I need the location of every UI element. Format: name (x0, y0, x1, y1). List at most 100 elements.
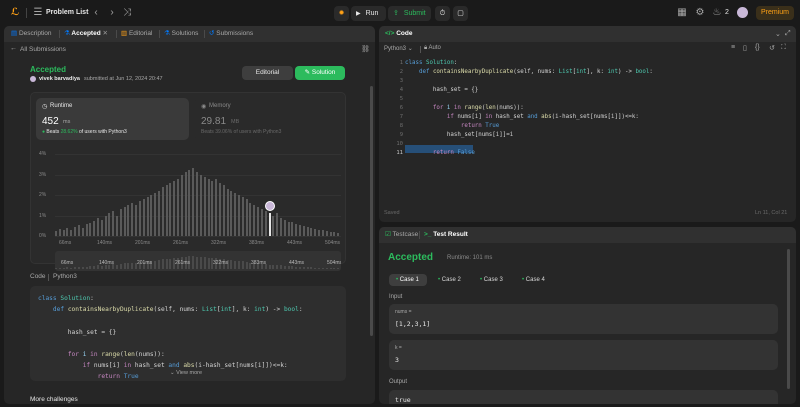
tab-solutions[interactable]: ⚗ Solutions (164, 26, 198, 42)
chart-bar[interactable] (291, 221, 294, 236)
chart-bar[interactable] (318, 229, 321, 236)
language-select[interactable]: Python3 ⌄ (384, 45, 413, 52)
chart-bar[interactable] (218, 182, 221, 236)
prev-problem-icon[interactable]: ‹ (90, 7, 102, 19)
memory-card[interactable]: ◉ Memory 29.81 MB Beats 39.06% of users … (195, 98, 341, 140)
chart-bar[interactable] (127, 205, 130, 236)
chart-bar[interactable] (260, 209, 263, 236)
chart-bar[interactable] (241, 197, 244, 236)
chart-bar[interactable] (100, 219, 103, 236)
username[interactable]: vivek barvadiya (39, 76, 80, 82)
chart-bar[interactable] (268, 213, 271, 236)
chart-bar[interactable] (283, 219, 286, 236)
chart-bar[interactable] (192, 168, 195, 236)
chart-bar[interactable] (161, 186, 164, 236)
chart-bar[interactable] (188, 170, 191, 236)
range-selector[interactable]: 66ms 140ms 201ms 261ms 322ms 383ms 443ms 504ms (55, 251, 341, 271)
tab-editorial[interactable]: ▥ Editorial (121, 26, 152, 42)
chart-bar[interactable] (138, 201, 141, 236)
chart-bar[interactable] (234, 192, 237, 236)
view-more-button[interactable]: ⌄ View more (170, 370, 202, 376)
chart-bar[interactable] (119, 209, 122, 236)
user-avatar[interactable] (30, 76, 36, 82)
layout-icon[interactable]: ▦ (676, 7, 688, 19)
premium-button[interactable]: Premium (756, 6, 794, 20)
chart-bar[interactable] (249, 203, 252, 236)
next-problem-icon[interactable]: › (106, 7, 118, 19)
code-editor[interactable]: class Solution: 1 def containsNearbyDupli… (379, 59, 796, 189)
case-1-tab[interactable]: • Case 1 (389, 274, 427, 286)
debug-button[interactable]: ✹ (334, 6, 349, 21)
chart-bar[interactable] (279, 217, 282, 236)
runtime-distribution-chart[interactable]: 4% 3% 2% 1% 0% 66ms 140ms 201ms 261ms 322ms 383ms 4… (31, 148, 347, 271)
fullscreen-icon[interactable]: ⛶ (781, 44, 786, 52)
chart-bar[interactable] (203, 176, 206, 236)
chart-bar[interactable] (302, 225, 305, 236)
run-button[interactable]: ▶ Run (351, 6, 386, 21)
chart-bar[interactable] (173, 180, 176, 236)
all-submissions-link[interactable]: All Submissions (20, 46, 66, 53)
solution-button[interactable]: ✎ Solution (295, 66, 345, 80)
case-2-tab[interactable]: • Case 2 (431, 274, 469, 286)
chart-bar[interactable] (157, 190, 160, 236)
tab-description[interactable]: ▤ Description (11, 26, 51, 42)
chart-bar[interactable] (74, 226, 77, 236)
chart-bar[interactable] (257, 207, 260, 236)
chart-bar[interactable] (81, 227, 84, 236)
chart-bar[interactable] (329, 231, 332, 236)
chart-bar[interactable] (199, 174, 202, 236)
auto-mode[interactable]: 🔒︎ Auto (424, 45, 441, 52)
chart-bar[interactable] (215, 178, 218, 236)
reset-icon[interactable]: ↺ (769, 44, 775, 52)
submitted-code-block[interactable]: class Solution: def containsNearbyDuplic… (30, 286, 346, 381)
editorial-button[interactable]: Editorial (242, 66, 293, 80)
chart-bar[interactable] (299, 224, 302, 236)
close-icon[interactable]: ✕ (102, 30, 107, 37)
bookmark-icon[interactable]: ▯ (743, 44, 747, 52)
chart-bar[interactable] (230, 190, 233, 236)
problem-list-link[interactable]: Problem List (46, 9, 88, 16)
chart-bar[interactable] (169, 182, 172, 236)
chart-bar[interactable] (287, 221, 290, 236)
chart-bar[interactable] (77, 224, 80, 236)
chart-bar[interactable] (70, 229, 73, 236)
chart-bar[interactable] (238, 195, 241, 236)
notes-button[interactable]: ▢ (453, 6, 468, 21)
chart-bar[interactable] (146, 197, 149, 236)
scrollbar-thumb[interactable] (370, 86, 373, 336)
timer-button[interactable]: ⏱ (435, 6, 450, 21)
chart-bar[interactable] (93, 220, 96, 236)
chart-bar[interactable] (184, 172, 187, 236)
list-icon[interactable]: ☰ (32, 7, 44, 19)
chart-bar[interactable] (295, 223, 298, 236)
leetcode-logo-icon[interactable]: ℒ (9, 7, 21, 19)
chart-bar[interactable] (150, 195, 153, 236)
chart-bar[interactable] (211, 180, 214, 236)
minimize-icon[interactable]: ⌄ (775, 30, 781, 38)
chart-bar[interactable] (177, 178, 180, 236)
chart-bar[interactable] (222, 184, 225, 236)
chart-bar[interactable] (55, 230, 57, 236)
chart-bar[interactable] (131, 203, 134, 236)
chart-bar[interactable] (116, 215, 118, 236)
chart-bar[interactable] (245, 199, 248, 236)
share-link-icon[interactable]: ⛓ (361, 45, 370, 53)
chart-bar[interactable] (104, 215, 107, 236)
chart-bar[interactable] (89, 222, 92, 236)
chart-bar[interactable] (112, 211, 115, 236)
chart-bar[interactable] (325, 230, 328, 236)
scrollbar-thumb[interactable] (787, 249, 790, 389)
chart-bar[interactable] (226, 188, 229, 236)
case-3-tab[interactable]: • Case 3 (473, 274, 511, 286)
chart-bar[interactable] (321, 229, 324, 236)
chart-bar[interactable] (310, 227, 313, 236)
chart-bar[interactable] (62, 229, 65, 236)
chart-bar[interactable] (154, 192, 157, 236)
chart-bar[interactable] (142, 199, 145, 236)
settings-icon[interactable]: ⚙ (694, 7, 706, 19)
chart-bar[interactable] (96, 217, 99, 236)
expand-icon[interactable]: ⤢ (785, 30, 791, 38)
chart-bar[interactable] (165, 184, 168, 236)
chart-bar[interactable] (180, 174, 183, 236)
tab-submissions[interactable]: ↺ Submissions (209, 26, 253, 42)
